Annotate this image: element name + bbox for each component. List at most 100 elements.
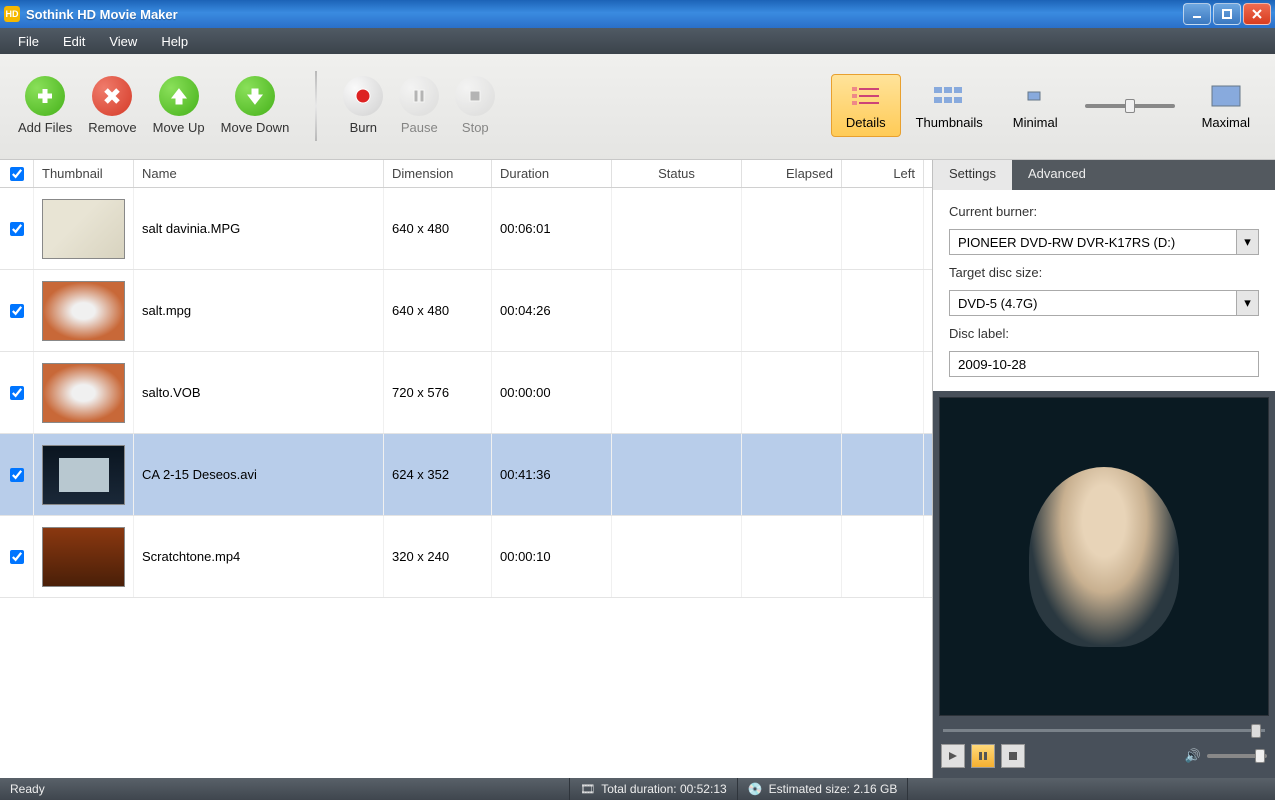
preview-seek-slider[interactable]: [939, 722, 1269, 740]
minimal-icon: [1017, 81, 1053, 111]
row-checkbox[interactable]: [10, 468, 24, 482]
menu-help[interactable]: Help: [151, 31, 198, 52]
menu-file[interactable]: File: [8, 31, 49, 52]
file-duration: 00:00:10: [492, 516, 612, 597]
preview-stop-button[interactable]: [1001, 744, 1025, 768]
record-icon: [343, 76, 383, 116]
file-list: Thumbnail Name Dimension Duration Status…: [0, 160, 933, 778]
row-checkbox[interactable]: [10, 386, 24, 400]
preview-play-button[interactable]: [941, 744, 965, 768]
volume-slider[interactable]: [1207, 754, 1267, 758]
toolbar: Add Files Remove Move Up Move Down Burn …: [0, 54, 1275, 160]
file-duration: 00:04:26: [492, 270, 612, 351]
file-name: salt.mpg: [134, 270, 384, 351]
file-left: [842, 270, 924, 351]
col-status[interactable]: Status: [612, 160, 742, 187]
stop-icon: [455, 76, 495, 116]
menu-view[interactable]: View: [99, 31, 147, 52]
file-duration: 00:06:01: [492, 188, 612, 269]
col-left[interactable]: Left: [842, 160, 924, 187]
row-checkbox[interactable]: [10, 550, 24, 564]
col-elapsed[interactable]: Elapsed: [742, 160, 842, 187]
file-name: Scratchtone.mp4: [134, 516, 384, 597]
minimize-button[interactable]: [1183, 3, 1211, 25]
app-title: Sothink HD Movie Maker: [26, 7, 1181, 22]
view-details-button[interactable]: Details: [831, 74, 901, 137]
file-left: [842, 516, 924, 597]
maximal-icon: [1208, 81, 1244, 111]
status-estimated-size: 💿 Estimated size: 2.16 GB: [738, 778, 909, 800]
file-name: salt davinia.MPG: [134, 188, 384, 269]
volume-icon[interactable]: 🔊: [1185, 748, 1201, 764]
app-icon: HD: [4, 6, 20, 22]
arrow-down-icon: [235, 76, 275, 116]
move-down-button[interactable]: Move Down: [213, 72, 298, 139]
view-minimal-button[interactable]: Minimal: [998, 74, 1073, 137]
separator: [315, 71, 317, 141]
target-disc-select[interactable]: DVD-5 (4.7G) ▾: [949, 290, 1259, 316]
table-row[interactable]: CA 2-15 Deseos.avi624 x 35200:41:36: [0, 434, 932, 516]
burn-button[interactable]: Burn: [335, 72, 391, 139]
file-status: [612, 270, 742, 351]
file-thumbnail: [42, 281, 125, 341]
settings-panel: Current burner: PIONEER DVD-RW DVR-K17RS…: [933, 190, 1275, 391]
status-ready: Ready: [0, 778, 570, 800]
col-dimension[interactable]: Dimension: [384, 160, 492, 187]
preview-pause-button[interactable]: [971, 744, 995, 768]
file-thumbnail: [42, 363, 125, 423]
view-maximal-button[interactable]: Maximal: [1187, 74, 1265, 137]
tab-settings[interactable]: Settings: [933, 160, 1012, 190]
disc-label-input[interactable]: [949, 351, 1259, 377]
preview-panel: 🔊: [933, 391, 1275, 778]
file-left: [842, 352, 924, 433]
file-elapsed: [742, 352, 842, 433]
current-burner-select[interactable]: PIONEER DVD-RW DVR-K17RS (D:) ▾: [949, 229, 1259, 255]
file-dimension: 624 x 352: [384, 434, 492, 515]
status-bar: Ready 🎞 Total duration: 00:52:13 💿 Estim…: [0, 778, 1275, 800]
close-button[interactable]: [1243, 3, 1271, 25]
pause-button[interactable]: Pause: [391, 72, 447, 139]
move-up-button[interactable]: Move Up: [145, 72, 213, 139]
maximize-button[interactable]: [1213, 3, 1241, 25]
film-icon: 🎞: [580, 782, 595, 796]
tab-advanced[interactable]: Advanced: [1012, 160, 1102, 190]
file-dimension: 320 x 240: [384, 516, 492, 597]
thumbnail-size-slider[interactable]: [1073, 104, 1187, 108]
table-row[interactable]: salt.mpg640 x 48000:04:26: [0, 270, 932, 352]
status-total-duration: 🎞 Total duration: 00:52:13: [570, 778, 738, 800]
col-name[interactable]: Name: [134, 160, 384, 187]
file-name: salto.VOB: [134, 352, 384, 433]
stop-button[interactable]: Stop: [447, 72, 503, 139]
view-thumbnails-button[interactable]: Thumbnails: [901, 74, 998, 137]
col-duration[interactable]: Duration: [492, 160, 612, 187]
file-thumbnail: [42, 527, 125, 587]
current-burner-label: Current burner:: [949, 204, 1259, 219]
file-left: [842, 188, 924, 269]
preview-screen[interactable]: [939, 397, 1269, 716]
disc-icon: 💿: [748, 782, 763, 796]
add-files-button[interactable]: Add Files: [10, 72, 80, 139]
row-checkbox[interactable]: [10, 304, 24, 318]
file-dimension: 640 x 480: [384, 188, 492, 269]
titlebar: HD Sothink HD Movie Maker: [0, 0, 1275, 28]
col-thumbnail[interactable]: Thumbnail: [34, 160, 134, 187]
row-checkbox[interactable]: [10, 222, 24, 236]
file-status: [612, 188, 742, 269]
table-row[interactable]: salto.VOB720 x 57600:00:00: [0, 352, 932, 434]
file-thumbnail: [42, 199, 125, 259]
chevron-down-icon: ▾: [1236, 230, 1258, 254]
file-elapsed: [742, 516, 842, 597]
file-dimension: 720 x 576: [384, 352, 492, 433]
file-thumbnail: [42, 445, 125, 505]
menu-bar: File Edit View Help: [0, 28, 1275, 54]
arrow-up-icon: [159, 76, 199, 116]
menu-edit[interactable]: Edit: [53, 31, 95, 52]
table-row[interactable]: salt davinia.MPG640 x 48000:06:01: [0, 188, 932, 270]
select-all-checkbox[interactable]: [10, 167, 24, 181]
table-row[interactable]: Scratchtone.mp4320 x 24000:00:10: [0, 516, 932, 598]
remove-button[interactable]: Remove: [80, 72, 144, 139]
target-disc-label: Target disc size:: [949, 265, 1259, 280]
file-status: [612, 352, 742, 433]
side-panel: Settings Advanced Current burner: PIONEE…: [933, 160, 1275, 778]
disc-label-label: Disc label:: [949, 326, 1259, 341]
